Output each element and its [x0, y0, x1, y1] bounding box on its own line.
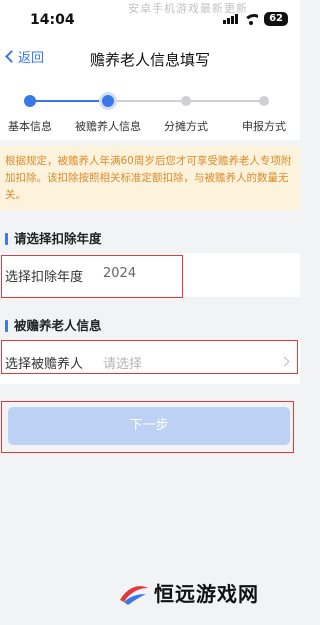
- section-title-year: 请选择扣除年度: [0, 225, 300, 253]
- step-connector: [30, 100, 108, 102]
- supported-person-label: 选择被赡养人: [5, 357, 84, 372]
- notice-banner: 根据规定，被赡养人年满60周岁后您才可享受赡养老人专项附加扣除。该扣除按照相关标…: [0, 146, 300, 210]
- page-title: 赡养老人信息填写: [89, 51, 210, 69]
- wifi-icon: [244, 13, 259, 25]
- step-label-declaration: 申报方式: [242, 120, 286, 133]
- swoosh-logo-icon: [120, 585, 148, 605]
- progress-stepper: 基本信息 被赡养人信息 分摊方式 申报方式: [0, 76, 300, 140]
- supported-person-placeholder: 请选择: [103, 357, 143, 372]
- status-time: 14:04: [30, 12, 75, 28]
- chevron-right-icon: [279, 356, 290, 367]
- site-logo-text: 恒远游戏网: [154, 582, 259, 606]
- deduction-year-label: 选择扣除年度: [5, 270, 84, 285]
- nav-bar: 返回 赡养老人信息填写: [0, 40, 300, 76]
- step-dot-supported-person: [102, 95, 114, 107]
- site-logo: 恒远游戏网: [118, 578, 259, 607]
- status-icons: 62: [223, 12, 288, 26]
- battery-indicator: 62: [264, 12, 288, 26]
- signal-icon: [223, 14, 239, 24]
- step-label-basic-info: 基本信息: [8, 120, 52, 133]
- supported-person-row[interactable]: 选择被赡养人 请选择: [0, 340, 300, 384]
- step-dot-declaration: [259, 96, 269, 106]
- status-bar: 14:04 安卓手机游戏最新更新 62: [0, 0, 300, 40]
- section-title-supported: 被赡养老人信息: [0, 312, 300, 340]
- next-button[interactable]: 下一步: [8, 407, 290, 445]
- deduction-year-row[interactable]: 选择扣除年度 2024: [0, 253, 300, 297]
- step-dot-basic-info: [24, 95, 36, 107]
- step-dot-allocation: [181, 96, 191, 106]
- step-label-allocation: 分摊方式: [164, 120, 208, 133]
- deduction-year-value: 2024: [103, 266, 137, 281]
- step-label-supported-person: 被赡养人信息: [75, 120, 141, 133]
